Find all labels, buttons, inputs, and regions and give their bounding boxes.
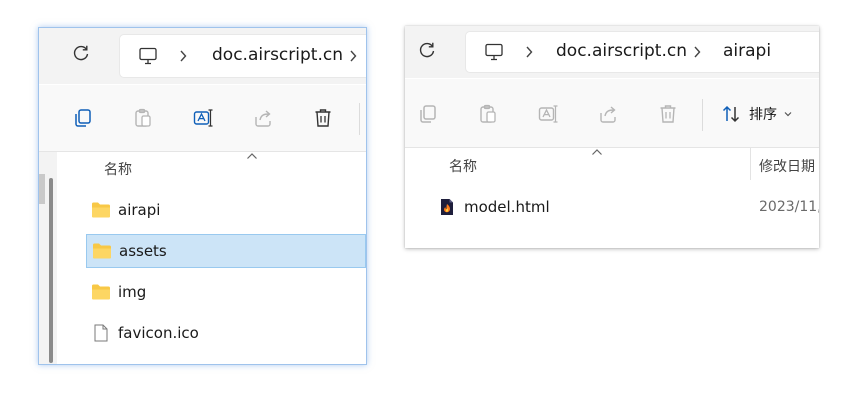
scrollbar-track[interactable] — [39, 174, 45, 204]
chevron-right-icon[interactable] — [178, 49, 188, 63]
breadcrumb-item-doc-airscript[interactable]: doc.airscript.cn — [556, 41, 687, 61]
column-header-name[interactable]: 名称 — [449, 156, 477, 176]
file-name: airapi — [118, 201, 161, 219]
breadcrumb-item-airapi[interactable]: airapi — [723, 41, 771, 61]
refresh-icon[interactable] — [417, 40, 437, 60]
rename-icon[interactable] — [537, 103, 559, 125]
toolbar-divider — [359, 103, 360, 135]
share-icon[interactable] — [252, 107, 274, 129]
delete-icon[interactable] — [312, 107, 334, 129]
chevron-down-icon — [784, 112, 792, 117]
delete-icon[interactable] — [657, 103, 679, 125]
paste-icon[interactable] — [477, 103, 499, 125]
this-pc-icon[interactable] — [138, 46, 158, 66]
file-row-favicon[interactable]: favicon.ico — [86, 316, 366, 350]
scrollbar-thumb[interactable] — [49, 178, 53, 363]
sort-ascending-icon — [592, 149, 602, 155]
refresh-icon[interactable] — [71, 43, 91, 63]
sort-button[interactable]: 排序 — [721, 102, 793, 126]
share-icon[interactable] — [597, 103, 619, 125]
breadcrumb[interactable]: doc.airscript.cn — [119, 34, 366, 78]
paste-icon[interactable] — [132, 107, 154, 129]
explorer-window-left: doc.airscript.cn 名称 airapi assets img fa… — [38, 27, 367, 365]
folder-icon — [93, 243, 111, 259]
folder-icon — [92, 284, 110, 300]
column-header-name[interactable]: 名称 — [104, 159, 132, 179]
file-icon — [94, 324, 108, 342]
sort-arrows-icon — [722, 105, 740, 123]
chevron-right-icon[interactable] — [692, 45, 702, 59]
copy-icon[interactable] — [72, 107, 94, 129]
column-divider[interactable] — [750, 148, 751, 180]
chevron-right-icon[interactable] — [348, 49, 358, 63]
copy-icon[interactable] — [417, 103, 439, 125]
file-name: img — [118, 283, 147, 301]
html-file-icon — [441, 199, 453, 215]
file-name: assets — [119, 242, 167, 260]
file-row-airapi[interactable]: airapi — [86, 193, 366, 227]
sort-label: 排序 — [749, 107, 777, 123]
sort-ascending-icon — [247, 153, 257, 159]
toolbar-divider — [702, 99, 703, 131]
rename-icon[interactable] — [192, 107, 214, 129]
command-bar — [39, 85, 366, 152]
command-bar: 排序 — [405, 79, 819, 148]
column-header-date[interactable]: 修改日期 — [759, 156, 815, 176]
this-pc-icon[interactable] — [484, 42, 504, 62]
file-name: favicon.ico — [118, 324, 199, 342]
chevron-right-icon[interactable] — [524, 45, 534, 59]
breadcrumb-item-doc-airscript[interactable]: doc.airscript.cn — [212, 45, 343, 65]
breadcrumb[interactable]: doc.airscript.cn airapi — [465, 31, 819, 73]
address-bar-area: doc.airscript.cn — [39, 28, 366, 84]
file-modified-date: 2023/11, — [759, 199, 819, 215]
folder-icon — [92, 202, 110, 218]
file-row-img[interactable]: img — [86, 275, 366, 309]
file-row-assets[interactable]: assets — [86, 234, 366, 268]
explorer-window-right: doc.airscript.cn airapi 排序 名称 修改日期 model… — [405, 26, 819, 248]
address-bar-area: doc.airscript.cn airapi — [405, 26, 819, 78]
file-name: model.html — [464, 198, 550, 216]
